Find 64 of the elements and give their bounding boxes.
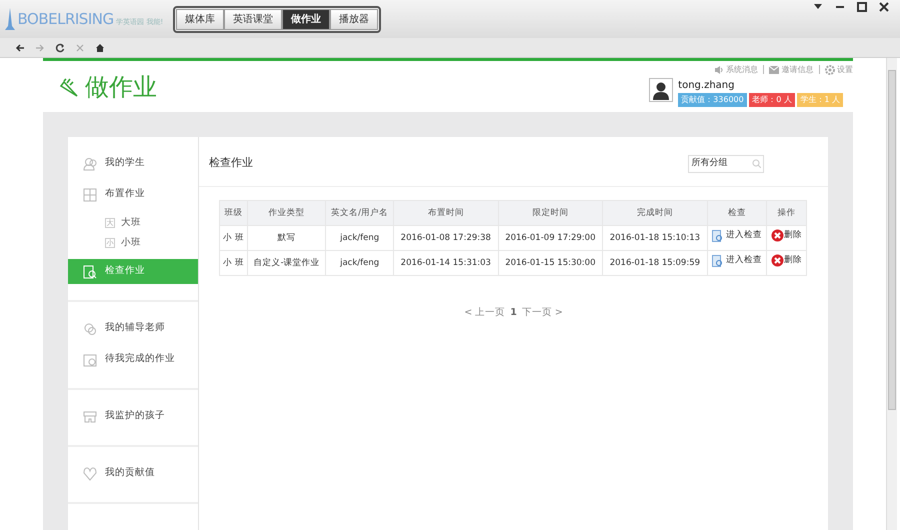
sidebar-subitem[interactable]: 小班 bbox=[121, 236, 141, 250]
grid-icon bbox=[83, 188, 97, 202]
heart-icon bbox=[83, 466, 97, 480]
column-header: 操作 bbox=[766, 200, 806, 226]
table-cell: 2016-01-18 15:09:59 bbox=[602, 250, 708, 276]
home-icon[interactable] bbox=[95, 42, 105, 52]
document-search-icon bbox=[712, 254, 724, 267]
user-badge: 老师：0 人 bbox=[749, 93, 795, 107]
user-name: tong.zhang bbox=[678, 79, 736, 93]
sidebar-item[interactable]: 待我完成的作业 bbox=[68, 347, 198, 372]
next-page-link[interactable]: 下一页 > bbox=[522, 306, 563, 320]
table-cell: 2016-01-18 15:10:13 bbox=[602, 226, 708, 250]
table-cell: jack/feng bbox=[326, 250, 394, 276]
sidebar-item[interactable]: 我的学生 bbox=[68, 151, 198, 176]
table-cell: 2016-01-15 15:30:00 bbox=[498, 250, 603, 276]
section-title: 检查作业 bbox=[209, 155, 253, 172]
delete-icon bbox=[771, 254, 784, 268]
tab[interactable]: 媒体库 bbox=[176, 8, 224, 30]
table-cell: 自定义-课堂作业 bbox=[248, 250, 326, 276]
table-cell: 2016-01-08 17:29:38 bbox=[394, 226, 498, 250]
column-header: 作业类型 bbox=[248, 200, 326, 226]
page-number[interactable]: 1 bbox=[510, 306, 517, 320]
scrollbar[interactable] bbox=[886, 58, 897, 530]
sidebar-subitem[interactable]: 大班 bbox=[121, 216, 141, 230]
table-cell: 2016-01-14 15:31:03 bbox=[394, 250, 498, 276]
column-header: 英文名/用户名 bbox=[326, 200, 394, 226]
pencil-icon bbox=[58, 76, 80, 98]
tab[interactable]: 英语课堂 bbox=[224, 8, 282, 30]
sidebar-item[interactable]: 我的辅导老师 bbox=[68, 316, 198, 341]
refresh-icon[interactable] bbox=[55, 42, 65, 52]
document-search-icon bbox=[712, 230, 724, 242]
column-header: 布置时间 bbox=[394, 200, 498, 226]
user-badge: 学生：1 人 bbox=[797, 93, 843, 107]
search-icon bbox=[752, 159, 760, 168]
tab[interactable]: 做作业 bbox=[282, 8, 330, 30]
tower-icon bbox=[5, 8, 15, 30]
close-icon[interactable] bbox=[878, 1, 890, 13]
gear-icon bbox=[824, 64, 834, 74]
page-title: 做作业 bbox=[85, 72, 157, 102]
previous-page-link[interactable]: < 上一页 bbox=[464, 306, 506, 320]
user-badge: 贡献值：336000 bbox=[678, 93, 747, 107]
maximize-icon[interactable] bbox=[856, 1, 868, 13]
delete-icon bbox=[771, 229, 784, 242]
column-header: 完成时间 bbox=[602, 200, 708, 226]
logo: BOBELRISING bbox=[18, 8, 114, 30]
document-search-icon bbox=[83, 264, 97, 278]
sidebar-item[interactable]: 我监护的孩子 bbox=[68, 404, 198, 429]
sidebar-item[interactable]: 我的贡献值 bbox=[68, 461, 198, 486]
table-cell: 小 班 bbox=[220, 250, 248, 276]
speaker-icon bbox=[714, 64, 724, 74]
table-cell: 小 班 bbox=[220, 226, 248, 250]
envelope-icon bbox=[769, 64, 779, 74]
back-icon[interactable] bbox=[15, 42, 25, 52]
group-filter[interactable]: 所有分组 bbox=[688, 154, 764, 172]
table-cell: 2016-01-09 17:29:00 bbox=[498, 226, 603, 250]
column-header: 班级 bbox=[220, 200, 248, 226]
table-cell: jack/feng bbox=[326, 226, 394, 250]
people-icon bbox=[83, 156, 97, 170]
column-header: 检查 bbox=[707, 200, 767, 226]
sidebar-item[interactable]: 布置作业 bbox=[68, 182, 198, 207]
avatar-icon bbox=[649, 78, 674, 102]
tab[interactable]: 播放器 bbox=[330, 8, 378, 30]
table-cell: 默写 bbox=[248, 226, 326, 250]
column-header: 限定时间 bbox=[498, 200, 603, 226]
